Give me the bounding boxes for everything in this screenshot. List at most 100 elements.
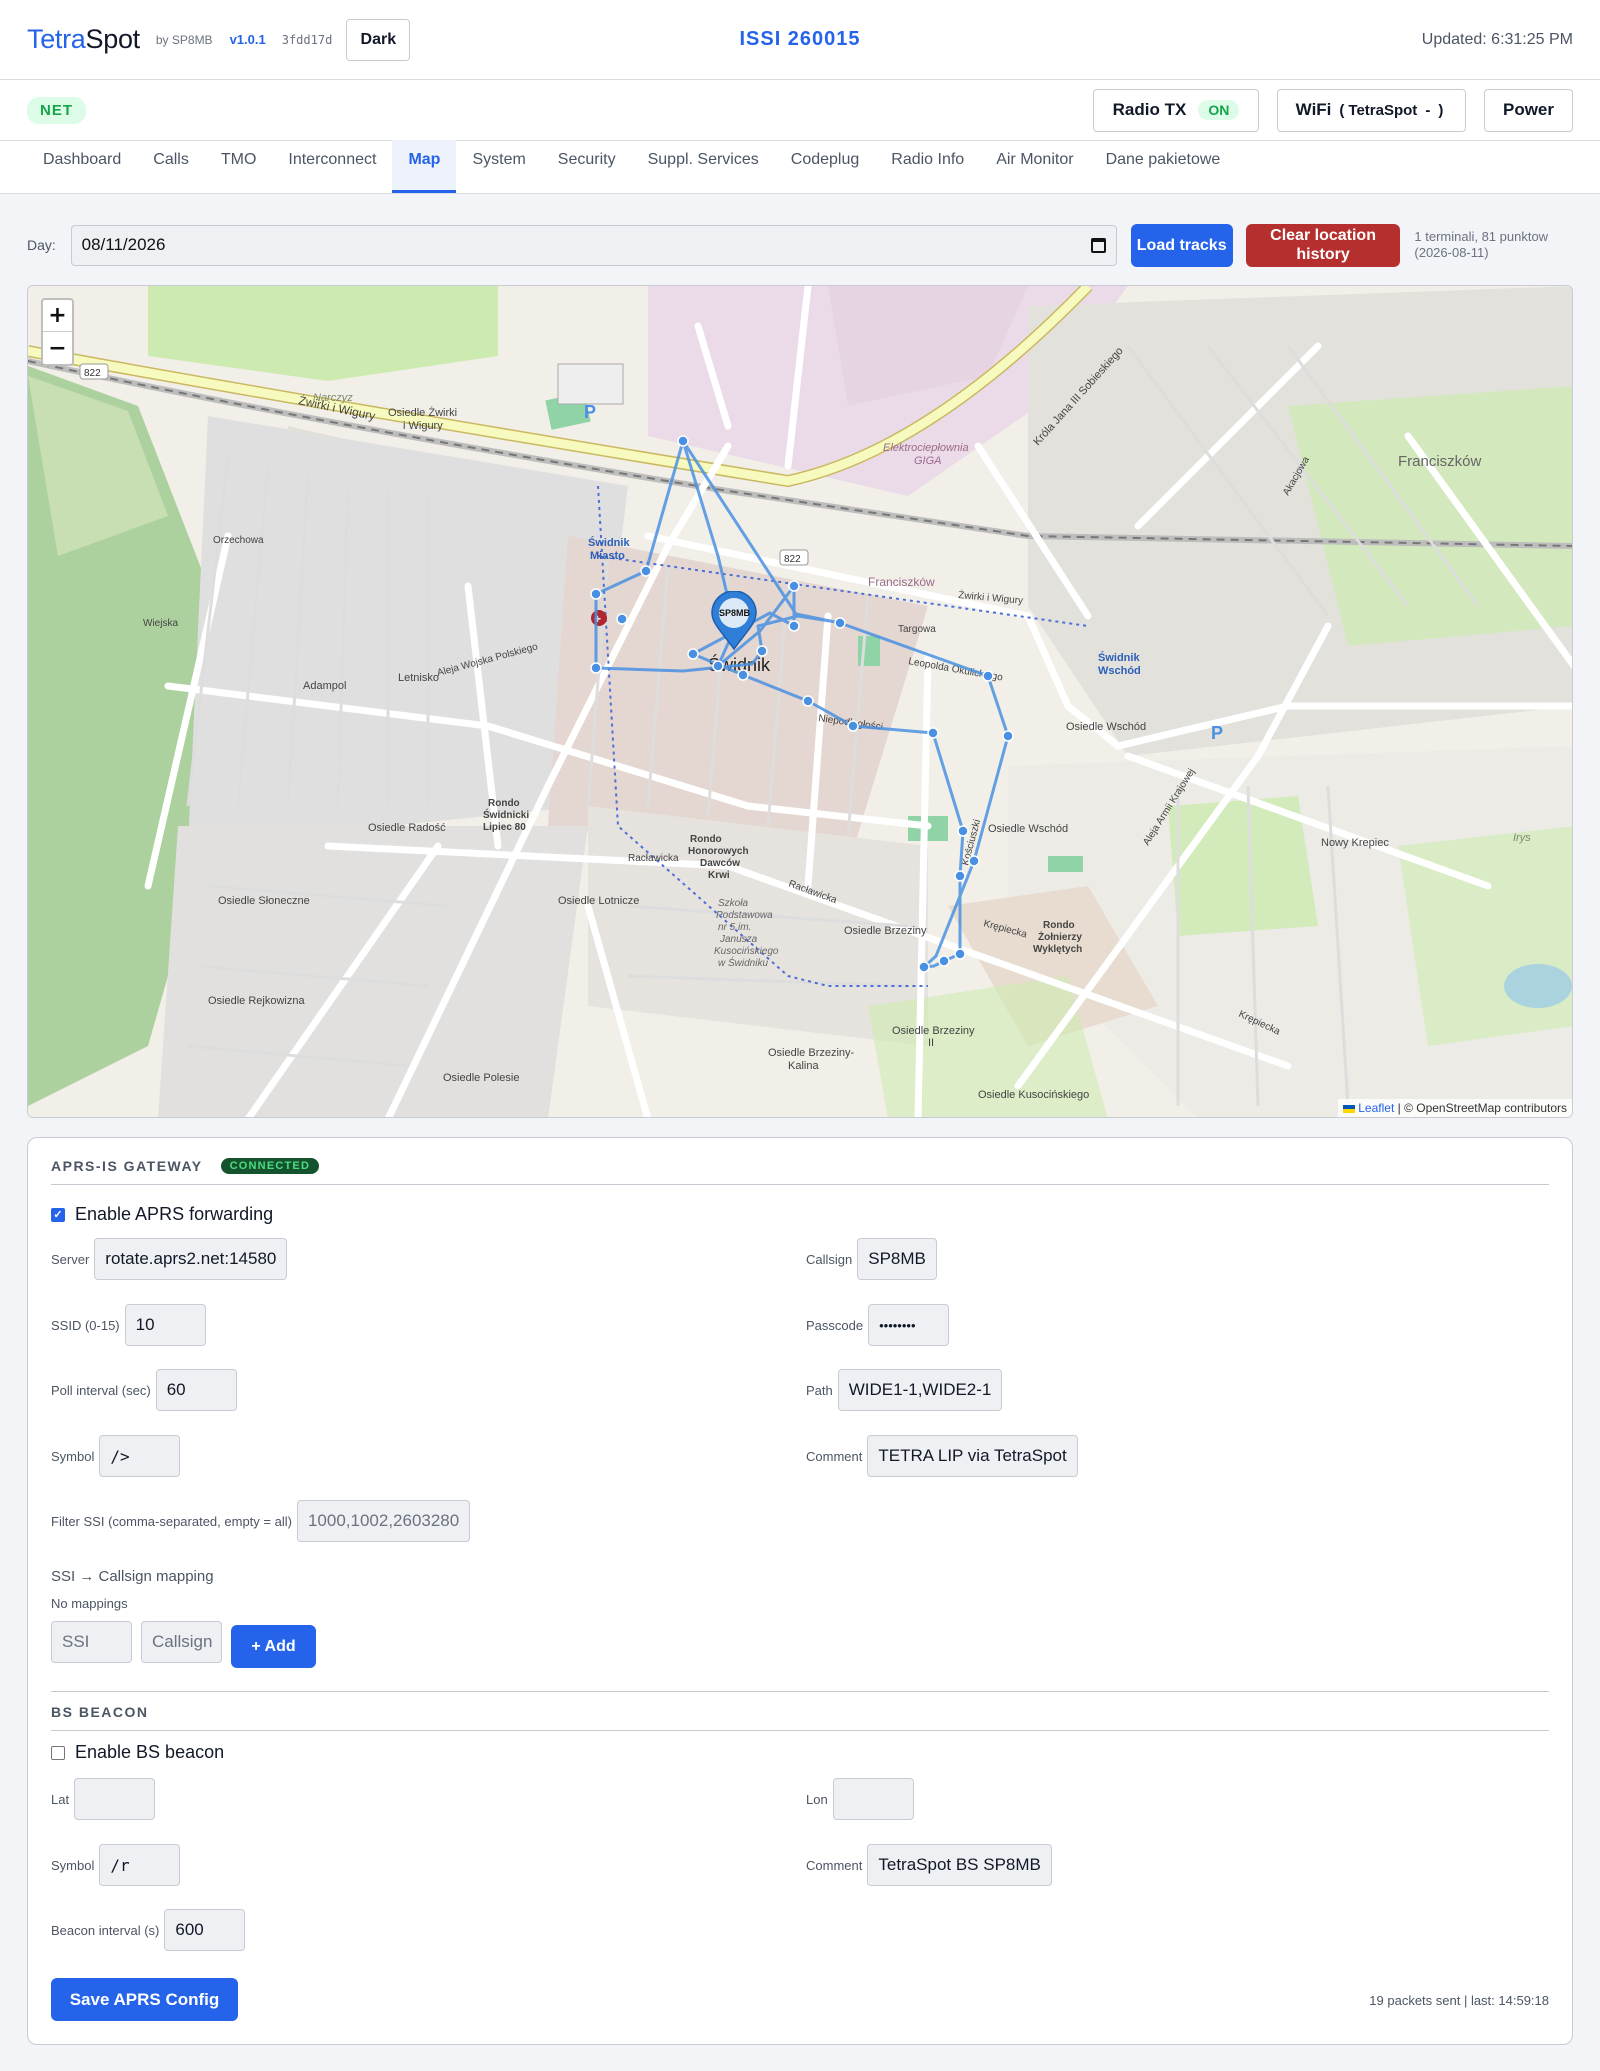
zoom-out-button[interactable]: − — [43, 332, 72, 364]
filter-ssi-input[interactable]: 1000,1002,2603280 — [296, 1500, 471, 1542]
passcode-label: Passcode — [806, 1317, 864, 1333]
beacon-section-header: BS BEACON — [51, 1704, 1549, 1731]
mapping-ssi-input[interactable]: SSI — [51, 1621, 132, 1663]
clear-location-history-button[interactable]: Clear location history — [1245, 223, 1401, 267]
enable-beacon-row: Enable BS beacon — [51, 1742, 224, 1763]
updated-time: Updated: 6:31:25 PM — [1421, 30, 1573, 48]
beacon-symbol-label: Symbol — [51, 1857, 95, 1873]
zoom-control: + − — [41, 298, 74, 366]
wifi-ssid: TetraSpot — [1348, 101, 1418, 119]
enable-aprs-label: Enable APRS forwarding — [75, 1204, 274, 1224]
mapping-callsign-input[interactable]: Callsign — [141, 1621, 222, 1663]
author-label: by SP8MB — [155, 32, 213, 47]
tab-interconnect[interactable]: Interconnect — [272, 140, 392, 193]
gps-track — [590, 435, 1014, 973]
tab-system[interactable]: System — [456, 140, 541, 193]
wifi-label: WiFi — [1295, 100, 1332, 119]
terminal-marker-label: SP8MB — [719, 608, 751, 618]
aprs-status-badge: CONNECTED — [220, 1158, 320, 1174]
beacon-interval-field: Beacon interval (s) 600 — [51, 1909, 246, 1951]
tab-dane-pakietowe[interactable]: Dane pakietowe — [1090, 140, 1237, 193]
path-field: Path WIDE1-1,WIDE2-1 — [806, 1369, 1003, 1411]
enable-aprs-checkbox[interactable]: ✓ — [51, 1207, 65, 1222]
tab-air-monitor[interactable]: Air Monitor — [980, 140, 1089, 193]
callsign-field: Callsign SP8MB — [806, 1238, 937, 1280]
enable-beacon-checkbox[interactable] — [51, 1745, 65, 1760]
calendar-icon[interactable] — [1090, 237, 1106, 253]
aprs-section-header: APRS-IS GATEWAY CONNECTED — [51, 1158, 1549, 1185]
radio-tx-state-badge: ON — [1198, 100, 1240, 120]
brand-logo: TetraSpot — [27, 24, 140, 55]
ukraine-flag-icon — [1343, 1104, 1356, 1113]
tab-calls[interactable]: Calls — [137, 140, 205, 193]
tab-codeplug[interactable]: Codeplug — [775, 140, 876, 193]
dark-mode-button[interactable]: Dark — [346, 18, 411, 61]
day-date-input[interactable]: 08/11/2026 — [70, 224, 1117, 266]
status-bar: NET Radio TX ON WiFi ( TetraSpot - ) Pow… — [0, 80, 1600, 141]
tab-map[interactable]: Map — [392, 140, 457, 193]
lon-field: Lon — [806, 1778, 914, 1820]
lon-input[interactable] — [832, 1778, 914, 1820]
callsign-label: Callsign — [806, 1251, 853, 1267]
symbol-field: Symbol /> — [51, 1435, 181, 1477]
server-input[interactable]: rotate.aprs2.net:14580 — [94, 1238, 288, 1280]
terminal-marker-icon[interactable] — [709, 591, 759, 651]
comment-input[interactable]: TETRA LIP via TetraSpot — [867, 1435, 1078, 1477]
map-view[interactable]: Franciszków Franciszków Świdnik Świdnik … — [27, 285, 1573, 1118]
packets-sent-info: 19 packets sent | last: 14:59:18 — [1369, 1993, 1549, 2008]
version-label: v1.0.1 — [229, 32, 266, 47]
filter-ssi-field: Filter SSI (comma-separated, empty = all… — [51, 1500, 471, 1542]
passcode-input[interactable]: •••••••• — [868, 1304, 950, 1346]
brand-part-2: Spot — [85, 24, 141, 54]
comment-label: Comment — [806, 1448, 863, 1464]
tab-tmo[interactable]: TMO — [205, 140, 273, 193]
radio-tx-button[interactable]: Radio TX ON — [1093, 88, 1259, 132]
zoom-in-button[interactable]: + — [43, 300, 72, 332]
points-info: 1 terminali, 81 punktow (2026-08-11) — [1414, 229, 1549, 260]
power-button[interactable]: Power — [1484, 88, 1573, 132]
beacon-section-title: BS BEACON — [51, 1704, 149, 1720]
leaflet-link[interactable]: Leaflet — [1358, 1101, 1394, 1115]
add-mapping-button[interactable]: + Add — [231, 1625, 316, 1668]
poll-interval-label: Poll interval (sec) — [51, 1382, 151, 1398]
tab-suppl-services[interactable]: Suppl. Services — [632, 140, 775, 193]
tab-dashboard[interactable]: Dashboard — [27, 140, 137, 193]
tab-security[interactable]: Security — [542, 140, 632, 193]
no-mappings-label: No mappings — [51, 1596, 128, 1611]
beacon-symbol-input[interactable]: /r — [99, 1844, 181, 1886]
beacon-interval-label: Beacon interval (s) — [51, 1922, 160, 1938]
map-attribution: Leaflet | © OpenStreetMap contributors — [1338, 1099, 1572, 1117]
beacon-interval-input[interactable]: 600 — [164, 1909, 246, 1951]
server-field: Server rotate.aprs2.net:14580 — [51, 1238, 288, 1280]
beacon-comment-field: Comment TetraSpot BS SP8MB — [806, 1844, 1052, 1886]
osm-attribution: | © OpenStreetMap contributors — [1397, 1101, 1567, 1115]
enable-aprs-row: ✓ Enable APRS forwarding — [51, 1204, 273, 1225]
ssid-label: SSID (0-15) — [51, 1317, 120, 1333]
ssid-input[interactable]: 10 — [124, 1304, 206, 1346]
beacon-comment-input[interactable]: TetraSpot BS SP8MB — [867, 1844, 1052, 1886]
enable-beacon-label: Enable BS beacon — [75, 1742, 225, 1762]
comment-field: Comment TETRA LIP via TetraSpot — [806, 1435, 1078, 1477]
beacon-comment-label: Comment — [806, 1857, 863, 1873]
load-tracks-button[interactable]: Load tracks — [1130, 223, 1233, 267]
path-input[interactable]: WIDE1-1,WIDE2-1 — [837, 1369, 1003, 1411]
day-date-value: 08/11/2026 — [81, 235, 166, 254]
symbol-input[interactable]: /> — [99, 1435, 181, 1477]
app-header: TetraSpot by SP8MB v1.0.1 3fdd17d Dark I… — [0, 0, 1600, 80]
main-tabs: Dashboard Calls TMO Interconnect Map Sys… — [0, 140, 1600, 194]
wifi-button[interactable]: WiFi ( TetraSpot - ) — [1277, 88, 1466, 132]
poll-interval-input[interactable]: 60 — [155, 1369, 237, 1411]
radio-tx-label: Radio TX — [1112, 100, 1187, 119]
tab-radio-info[interactable]: Radio Info — [875, 140, 980, 193]
net-status-badge: NET — [27, 96, 86, 124]
callsign-input[interactable]: SP8MB — [857, 1238, 937, 1280]
lat-input[interactable] — [74, 1778, 156, 1820]
wifi-paren-close: ) — [1438, 101, 1444, 119]
day-controls: Day: 08/11/2026 Load tracks Clear locati… — [27, 222, 1573, 268]
ssid-field: SSID (0-15) 10 — [51, 1304, 206, 1346]
aprs-config-card: APRS-IS GATEWAY CONNECTED ✓ Enable APRS … — [27, 1137, 1573, 2045]
server-label: Server — [51, 1251, 90, 1267]
poll-interval-field: Poll interval (sec) 60 — [51, 1369, 237, 1411]
save-aprs-config-button[interactable]: Save APRS Config — [51, 1978, 238, 2021]
wifi-paren-open: ( — [1339, 101, 1345, 119]
